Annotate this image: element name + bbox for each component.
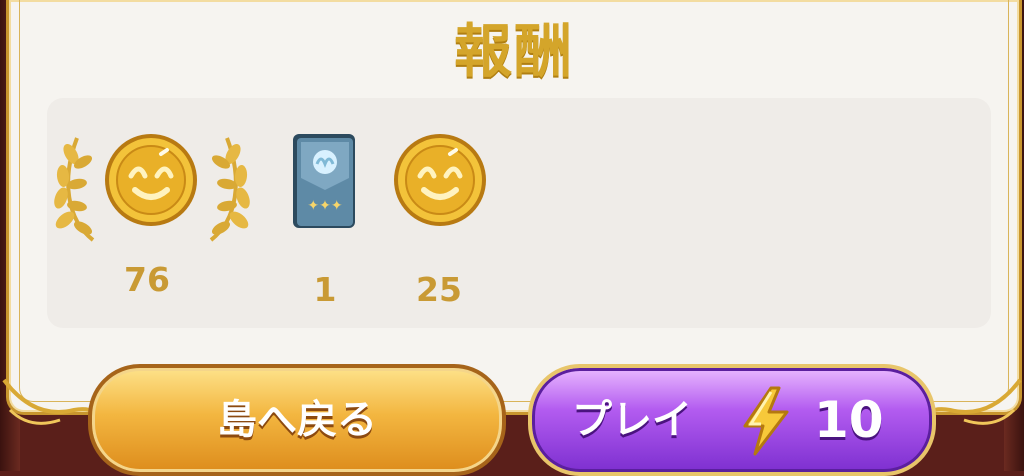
card-pack-icon: ✦✦✦ (293, 134, 355, 228)
back-to-island-button[interactable]: 島へ戻る (88, 364, 506, 476)
panel-title: 報酬 (453, 17, 574, 85)
coin-icon (105, 134, 197, 226)
svg-text:✦✦✦: ✦✦✦ (307, 198, 342, 214)
back-button-label: 島へ戻る (217, 397, 377, 443)
coin-icon (394, 134, 486, 226)
rewards-list: 76 ✦✦✦ 1 25 (47, 98, 991, 328)
play-cost: 10 (814, 391, 884, 449)
reward-panel: 報酬 76 ✦✦✦ 1 25 (6, 0, 1022, 415)
laurel-left-icon (54, 137, 95, 242)
reward-item-coin-featured (47, 124, 257, 244)
reward-count: 25 (416, 270, 462, 309)
lightning-icon (743, 386, 789, 456)
play-button-label: プレイ (572, 397, 692, 443)
reward-count: 76 (124, 260, 170, 299)
reward-count: 1 (313, 270, 337, 309)
laurel-right-icon (209, 137, 250, 242)
play-button[interactable]: プレイ 10 (528, 364, 936, 476)
